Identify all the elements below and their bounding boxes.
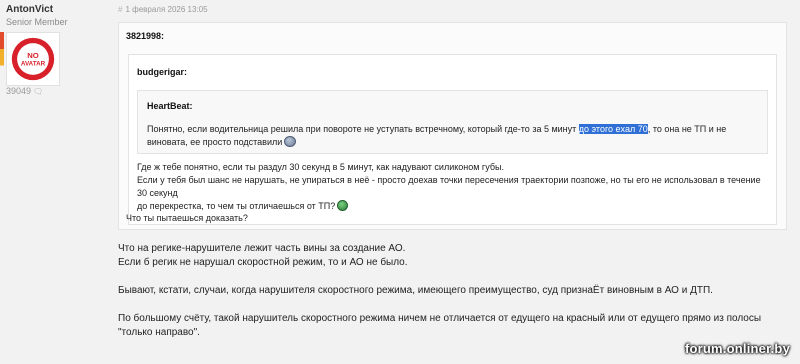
post-paragraph: Бывают, кстати, случаи, когда нарушителя… — [118, 284, 788, 298]
site-watermark: forum.onliner.by — [684, 341, 790, 356]
speech-bubble-icon: 🗨︎ — [33, 87, 44, 96]
author-post-count[interactable]: 39049 🗨︎ — [6, 86, 43, 96]
quote-block-outer: 3821998: budgerigar: HeartBeat: Понятно,… — [118, 22, 787, 230]
selected-text-highlight: до этого exал 70 — [578, 124, 648, 134]
post-paragraph: Что на регике-нарушителе лежит часть вин… — [118, 242, 788, 270]
post-meta: #1 февраля 2026 13:05 — [118, 5, 208, 14]
post-timestamp[interactable]: 1 февраля 2026 13:05 — [125, 5, 207, 14]
author-sidebar: AntonVict Senior Member NO AVATAR 39049 🗨… — [0, 0, 108, 364]
no-avatar-badge-icon: NO AVATAR — [11, 37, 55, 81]
post-line: "только направо". — [118, 327, 200, 338]
quote-mid-line: Если у тебя был шанс не нарушать, не упи… — [137, 175, 761, 198]
post-line: По большому счёту, такой нарушитель скор… — [118, 313, 762, 324]
quote-author-inner[interactable]: HeartBeat: — [147, 101, 193, 111]
post-line: Если б регик не нарушал скоростной режим… — [118, 257, 408, 268]
post-line: Что на регике-нарушителе лежит часть вин… — [118, 243, 406, 254]
quote-author-outer[interactable]: 3821998: — [126, 31, 164, 41]
avatar-text-avatar: AVATAR — [21, 61, 46, 68]
tp-smiley-icon — [284, 136, 297, 147]
post-count-value: 39049 — [6, 86, 32, 96]
quote-block-inner: HeartBeat: Понятно, если водительница ре… — [137, 90, 768, 154]
author-avatar[interactable]: NO AVATAR — [6, 32, 60, 86]
quote-block-middle: budgerigar: HeartBeat: Понятно, если вод… — [128, 54, 777, 225]
quote-outer-reply: Что ты пытаешься доказать? — [126, 213, 248, 223]
quote-author-middle[interactable]: budgerigar: — [137, 67, 187, 77]
avatar-text-no: NO — [27, 51, 39, 60]
grin-smiley-icon — [337, 200, 349, 211]
post-permalink-icon[interactable]: # — [118, 5, 122, 14]
quote-mid-line: Где ж тебе понятно, если ты раздул 30 се… — [137, 162, 504, 172]
author-rating-bar — [0, 32, 4, 88]
quote-mid-line-text: до перекрестка, то чем ты отличаешься от… — [137, 201, 336, 211]
author-rank: Senior Member — [6, 17, 68, 27]
quote-text-inner: Понятно, если водительница решила при по… — [147, 123, 757, 149]
post-body: Что на регике-нарушителе лежит часть вин… — [118, 242, 788, 354]
author-username[interactable]: AntonVict — [6, 4, 53, 15]
quote-text-middle: Где ж тебе понятно, если ты раздул 30 се… — [137, 161, 767, 213]
post-paragraph: По большому счёту, такой нарушитель скор… — [118, 312, 788, 340]
post-line: Бывают, кстати, случаи, когда нарушителя… — [118, 285, 713, 296]
quote-inner-text-before: Понятно, если водительница решила при по… — [147, 124, 579, 134]
